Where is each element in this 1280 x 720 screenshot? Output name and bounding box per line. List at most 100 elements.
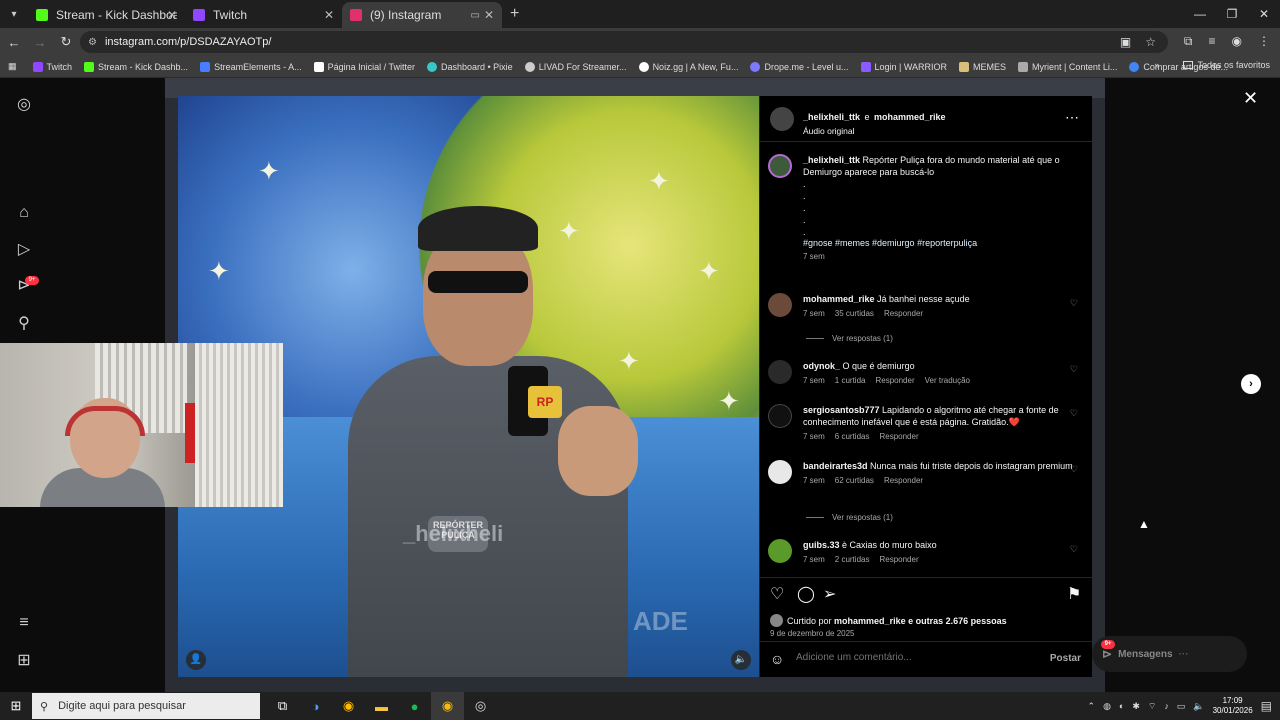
avatar[interactable] [768, 404, 792, 428]
notifications-icon[interactable]: ▤ [1261, 699, 1272, 713]
hashtags[interactable]: #gnose #memes #demiurgo #reporterpuliça [803, 238, 1073, 248]
spotify-icon[interactable]: ● [398, 692, 431, 720]
bookmark-item[interactable]: Drope.me - Level u... [750, 61, 849, 72]
copilot-icon[interactable]: ◑ [299, 692, 332, 720]
like-comment-icon[interactable]: ♡ [1070, 408, 1078, 419]
tab-kick[interactable]: Stream - Kick Dashboard ✕ [28, 2, 185, 28]
comment-likes[interactable]: 1 curtida [835, 376, 866, 385]
share-icon[interactable]: ➢ [823, 584, 836, 604]
comment-username[interactable]: odynok_ [803, 361, 840, 371]
instagram-logo-icon[interactable]: ◎ [15, 96, 33, 114]
liked-count[interactable]: e outras 2.676 pessoas [908, 616, 1007, 626]
media-control-icon[interactable]: ≡ [1209, 34, 1216, 49]
reply-button[interactable]: Responder [879, 555, 918, 564]
bookmark-item[interactable]: StreamElements - A... [200, 61, 302, 72]
emoji-icon[interactable]: ☺ [770, 651, 784, 667]
bookmark-item[interactable]: Login | WARRIOR [860, 61, 947, 72]
chrome-active-icon[interactable]: ◉ [431, 692, 464, 720]
display-icon[interactable]: ▭ [1177, 701, 1186, 712]
url-input[interactable]: ⚙ instagram.com/p/DSDAZAYAOTp/ ▣ ☆ [80, 31, 1168, 53]
bookmark-item[interactable]: MEMES [959, 61, 1006, 72]
save-icon[interactable]: ⚑ [1067, 584, 1081, 604]
more-options-icon[interactable]: ⋯ [1065, 109, 1079, 126]
avatar[interactable] [770, 107, 794, 131]
apps-grid-icon[interactable]: ⊞ [15, 652, 33, 670]
minimize-icon[interactable]: — [1184, 0, 1216, 28]
bluetooth-icon[interactable]: ✱ [1132, 701, 1140, 712]
avatar[interactable] [768, 154, 792, 178]
comment-likes[interactable]: 35 curtidas [835, 309, 874, 318]
network-icon[interactable]: ⌔ [1148, 701, 1156, 712]
mute-icon[interactable]: 🔈 [731, 650, 751, 670]
close-window-icon[interactable]: ✕ [1248, 0, 1280, 28]
site-info-icon[interactable]: ⚙ [88, 37, 97, 48]
cast-icon[interactable]: ▣ [1120, 35, 1131, 49]
reels-icon[interactable]: ▷ [15, 241, 33, 259]
reload-icon[interactable]: ↻ [54, 34, 78, 50]
avatar[interactable] [768, 460, 792, 484]
reply-button[interactable]: Responder [884, 309, 923, 318]
see-translation-button[interactable]: Ver tradução [925, 376, 970, 385]
bookmark-item[interactable]: Stream - Kick Dashb... [84, 61, 188, 72]
taskbar-search-input[interactable]: ⚲ Digite aqui para pesquisar [32, 693, 260, 719]
apps-icon[interactable]: ▦ [8, 61, 17, 72]
file-explorer-icon[interactable]: ▬ [365, 692, 398, 720]
bookmark-item[interactable]: LIVAD For Streamer... [524, 61, 627, 72]
reply-button[interactable]: Responder [875, 376, 914, 385]
tagged-users-icon[interactable]: 👤 [186, 650, 206, 670]
like-comment-icon[interactable]: ♡ [1070, 298, 1078, 309]
liked-username[interactable]: mohammed_rike [834, 616, 906, 626]
view-replies-button[interactable]: Ver respostas (1) [806, 513, 893, 522]
comment-username[interactable]: bandeirartes3d [803, 461, 868, 471]
bookmark-star-icon[interactable]: ☆ [1145, 35, 1156, 49]
new-tab-icon[interactable]: + [510, 5, 519, 23]
reply-button[interactable]: Responder [879, 432, 918, 441]
all-favorites-button[interactable]: Todos os favoritos [1183, 60, 1270, 70]
caption-username[interactable]: _helixheli_ttk [803, 155, 860, 165]
bookmark-item[interactable]: Noiz.gg | A New, Fu... [638, 61, 738, 72]
avatar[interactable] [768, 539, 792, 563]
obs-icon[interactable]: ◎ [464, 692, 497, 720]
close-icon[interactable]: ✕ [167, 8, 177, 22]
search-icon[interactable]: ⚲ [15, 315, 33, 333]
discord-icon[interactable]: ◐ [1119, 701, 1124, 711]
post-comment-button[interactable]: Postar [1050, 653, 1081, 664]
comment-likes[interactable]: 2 curtidas [835, 555, 870, 564]
close-icon[interactable]: ✕ [324, 8, 334, 22]
media-icon[interactable]: ▭ [471, 10, 480, 21]
task-view-icon[interactable]: ⧉ [266, 692, 299, 720]
windows-start-icon[interactable]: ⊞ [0, 692, 32, 720]
extensions-icon[interactable]: ⧉ [1184, 34, 1193, 49]
like-comment-icon[interactable]: ♡ [1070, 364, 1078, 375]
like-comment-icon[interactable]: ♡ [1070, 464, 1078, 475]
tray-overflow-icon[interactable]: ⌃ [1088, 701, 1096, 712]
back-icon[interactable]: ← [2, 35, 26, 50]
steam-icon[interactable]: ◍ [1103, 701, 1111, 712]
avatar[interactable] [768, 360, 792, 384]
tab-search-icon[interactable]: ▾ [0, 0, 28, 28]
next-post-icon[interactable]: › [1241, 374, 1261, 394]
avatar[interactable] [768, 293, 792, 317]
tab-twitch[interactable]: Twitch ✕ [185, 2, 342, 28]
author-username[interactable]: _helixheli_ttk [803, 112, 860, 122]
volume-icon[interactable]: 🔈 [1193, 701, 1204, 712]
comment-input[interactable] [796, 652, 1036, 663]
avatar[interactable] [770, 614, 783, 627]
collab-username[interactable]: mohammed_rike [874, 112, 946, 122]
comment-username[interactable]: mohammed_rike [803, 294, 875, 304]
bookmark-item[interactable]: Dashboard • Pixie [426, 61, 513, 72]
comment-likes[interactable]: 62 curtidas [835, 476, 874, 485]
close-icon[interactable]: ✕ [1243, 88, 1258, 109]
menu-icon[interactable]: ⋮ [1258, 34, 1270, 49]
reply-button[interactable]: Responder [884, 476, 923, 485]
view-replies-button[interactable]: Ver respostas (1) [806, 334, 893, 343]
bookmark-item[interactable]: Página Inicial / Twitter [313, 61, 415, 72]
like-icon[interactable]: ♡ [770, 584, 784, 604]
chrome-icon[interactable]: ◉ [332, 692, 365, 720]
comment-icon[interactable]: ◯ [797, 584, 815, 604]
more-menu-icon[interactable]: ≡ [15, 614, 33, 632]
more-bookmarks-icon[interactable]: » [1154, 60, 1159, 70]
bookmark-item[interactable]: Twitch [32, 61, 72, 72]
mic-icon[interactable]: ♪ [1164, 701, 1169, 711]
like-comment-icon[interactable]: ♡ [1070, 544, 1078, 555]
